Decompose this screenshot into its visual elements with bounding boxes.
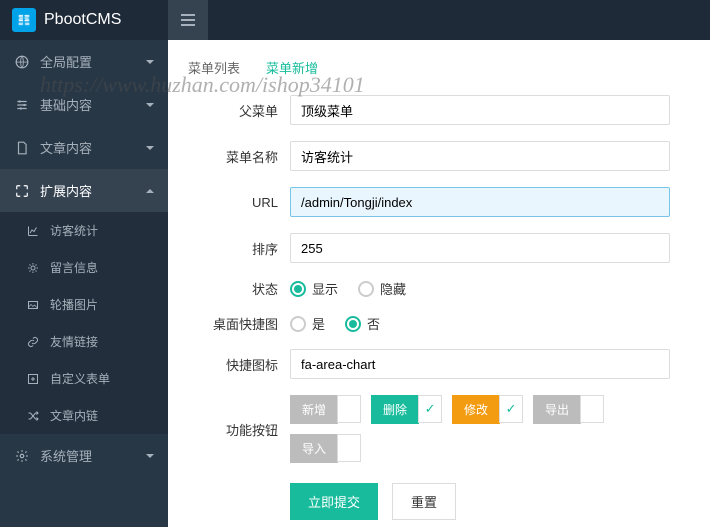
sidebar-item-label: 文章内容 [40,138,92,157]
label-fnbtn: 功能按钮 [188,420,278,439]
chevron-down-icon [146,60,154,64]
globe-icon [14,55,30,69]
radio-checked-icon [345,316,361,332]
file-icon [14,141,30,155]
radio-label: 显示 [312,279,338,298]
sidebar-sub-message[interactable]: 留言信息 [0,249,168,286]
shuffle-icon [26,410,40,422]
sidebar-sub-label: 轮播图片 [50,296,98,313]
radio-label: 否 [367,314,380,333]
radio-label: 隐藏 [380,279,406,298]
sidebar-item-label: 全局配置 [40,52,92,71]
fn-modify-check[interactable]: ✓ [499,395,523,423]
logo-text: PbootCMS [44,11,121,29]
plus-square-icon [26,373,40,385]
label-url: URL [188,195,278,210]
fn-delete-button[interactable]: 删除 [371,395,419,424]
sidebar-sub-friendlink[interactable]: 友情链接 [0,323,168,360]
sidebar-sub-label: 友情链接 [50,333,98,350]
chevron-down-icon [146,103,154,107]
fn-delete-check[interactable]: ✓ [418,395,442,423]
fn-export-check[interactable] [580,395,604,423]
sidebar-item-basic[interactable]: 基础内容 [0,83,168,126]
radio-label: 是 [312,314,325,333]
sidebar-sub-label: 文章内链 [50,407,98,424]
sidebar-sub-carousel[interactable]: 轮播图片 [0,286,168,323]
chevron-down-icon [146,146,154,150]
reset-button[interactable]: 重置 [392,483,456,520]
tab-menu-add[interactable]: 菜单新增 [266,58,318,77]
fn-add-check[interactable] [337,395,361,423]
sidebar-item-article[interactable]: 文章内容 [0,126,168,169]
status-show-radio[interactable]: 显示 [290,279,338,298]
shortcut-yes-radio[interactable]: 是 [290,314,325,333]
menu-name-input[interactable] [290,141,670,171]
fn-add-button[interactable]: 新增 [290,395,338,424]
sidebar-sub-visitor[interactable]: 访客统计 [0,212,168,249]
sun-icon [26,262,40,274]
url-input[interactable] [290,187,670,217]
label-icon: 快捷图标 [188,355,278,374]
logo-area: PbootCMS [0,0,168,40]
chart-icon [26,225,40,237]
main-content: 菜单列表 菜单新增 父菜单 菜单名称 URL 排序 状态 显示 [168,40,710,527]
sidebar: 全局配置 基础内容 文章内容 扩展内容 [0,40,168,527]
image-icon [26,299,40,311]
radio-unchecked-icon [290,316,306,332]
submit-button[interactable]: 立即提交 [290,483,378,520]
header: PbootCMS [0,0,710,40]
sidebar-item-extend[interactable]: 扩展内容 [0,169,168,212]
label-parent: 父菜单 [188,101,278,120]
sidebar-item-label: 系统管理 [40,446,92,465]
shortcut-no-radio[interactable]: 否 [345,314,380,333]
label-name: 菜单名称 [188,147,278,166]
label-status: 状态 [188,279,278,298]
parent-menu-input[interactable] [290,95,670,125]
sidebar-item-system[interactable]: 系统管理 [0,434,168,477]
tab-menu-list[interactable]: 菜单列表 [188,58,240,77]
fn-export-button[interactable]: 导出 [533,395,581,424]
sidebar-sub-label: 访客统计 [50,222,98,239]
sidebar-sub-label: 自定义表单 [50,370,110,387]
chevron-down-icon [146,454,154,458]
hamburger-icon [180,13,196,27]
sidebar-item-label: 扩展内容 [40,181,92,200]
chevron-up-icon [146,189,154,193]
radio-unchecked-icon [358,281,374,297]
link-icon [26,336,40,348]
sidebar-sub-innerlink[interactable]: 文章内链 [0,397,168,434]
label-sort: 排序 [188,239,278,258]
sliders-icon [14,98,30,112]
sidebar-sub-customform[interactable]: 自定义表单 [0,360,168,397]
logo-icon [12,8,36,32]
label-shortcut: 桌面快捷图 [188,314,278,333]
fn-import-button[interactable]: 导入 [290,434,338,463]
radio-checked-icon [290,281,306,297]
tabs: 菜单列表 菜单新增 [188,58,690,77]
sidebar-sub-label: 留言信息 [50,259,98,276]
fn-import-check[interactable] [337,434,361,462]
sidebar-item-global[interactable]: 全局配置 [0,40,168,83]
fn-modify-button[interactable]: 修改 [452,395,500,424]
icon-input[interactable] [290,349,670,379]
gear-icon [14,449,30,463]
menu-toggle-button[interactable] [168,0,208,40]
sidebar-item-label: 基础内容 [40,95,92,114]
expand-icon [14,184,30,198]
status-hide-radio[interactable]: 隐藏 [358,279,406,298]
sort-input[interactable] [290,233,670,263]
